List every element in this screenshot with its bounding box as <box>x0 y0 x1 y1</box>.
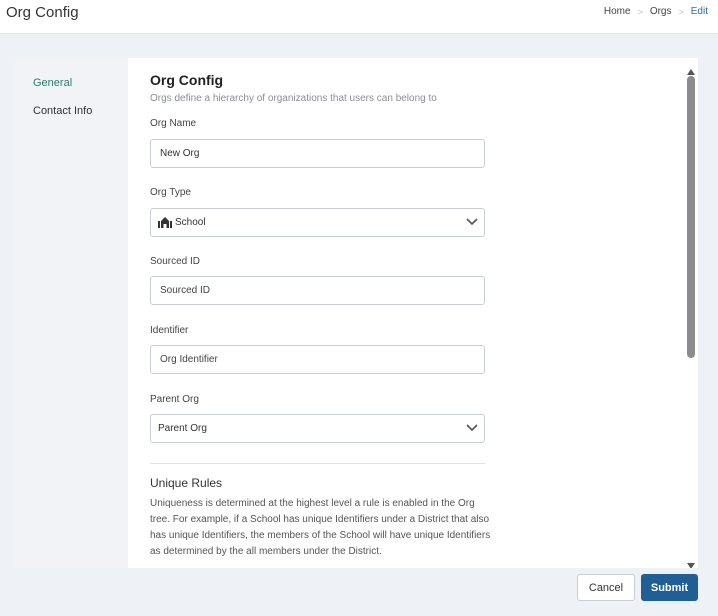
form-content: Org Config Orgs define a hierarchy of or… <box>150 58 490 568</box>
identifier-input[interactable] <box>150 345 485 374</box>
cancel-button[interactable]: Cancel <box>577 574 635 601</box>
parent-org-value: Parent Org <box>158 423 207 434</box>
org-name-label: Org Name <box>150 118 197 129</box>
form-title: Org Config <box>150 72 224 88</box>
chevron-right-icon: > <box>678 6 684 17</box>
org-type-select[interactable]: School <box>150 208 485 237</box>
chevron-right-icon: > <box>637 6 643 17</box>
org-type-label: Org Type <box>150 187 191 198</box>
section-divider <box>150 463 485 464</box>
breadcrumb-edit: Edit <box>690 6 708 17</box>
sidebar-item-contact-info[interactable]: Contact Info <box>33 105 92 117</box>
top-bar: Org Config Home > Orgs > Edit <box>0 0 718 34</box>
config-panel: General Contact Info Org Config Orgs def… <box>14 58 698 568</box>
unique-rules-description: Uniqueness is determined at the highest … <box>150 498 491 557</box>
school-icon <box>158 217 172 228</box>
submit-button[interactable]: Submit <box>641 574 698 601</box>
sourced-id-label: Sourced ID <box>150 256 201 267</box>
page-title: Org Config <box>6 4 79 21</box>
scrollbar-thumb[interactable] <box>687 76 695 358</box>
sidebar-item-general[interactable]: General <box>33 77 72 89</box>
scroll-down-arrow-icon[interactable] <box>687 556 695 568</box>
identifier-label: Identifier <box>150 325 189 336</box>
unique-rules-title: Unique Rules <box>150 476 223 490</box>
org-type-value: School <box>175 217 206 228</box>
parent-org-select[interactable]: Parent Org <box>150 414 485 443</box>
chevron-down-icon <box>466 424 478 435</box>
scrollbar[interactable] <box>684 58 698 568</box>
chevron-down-icon <box>466 218 478 229</box>
breadcrumb: Home > Orgs > Edit <box>604 6 708 17</box>
sourced-id-input[interactable] <box>150 276 485 305</box>
org-name-input[interactable] <box>150 139 485 168</box>
side-nav: General Contact Info <box>14 58 128 568</box>
breadcrumb-home[interactable]: Home <box>604 6 631 17</box>
breadcrumb-orgs[interactable]: Orgs <box>650 6 672 17</box>
form-subtitle: Orgs define a hierarchy of organizations… <box>150 93 437 104</box>
parent-org-label: Parent Org <box>150 394 199 405</box>
